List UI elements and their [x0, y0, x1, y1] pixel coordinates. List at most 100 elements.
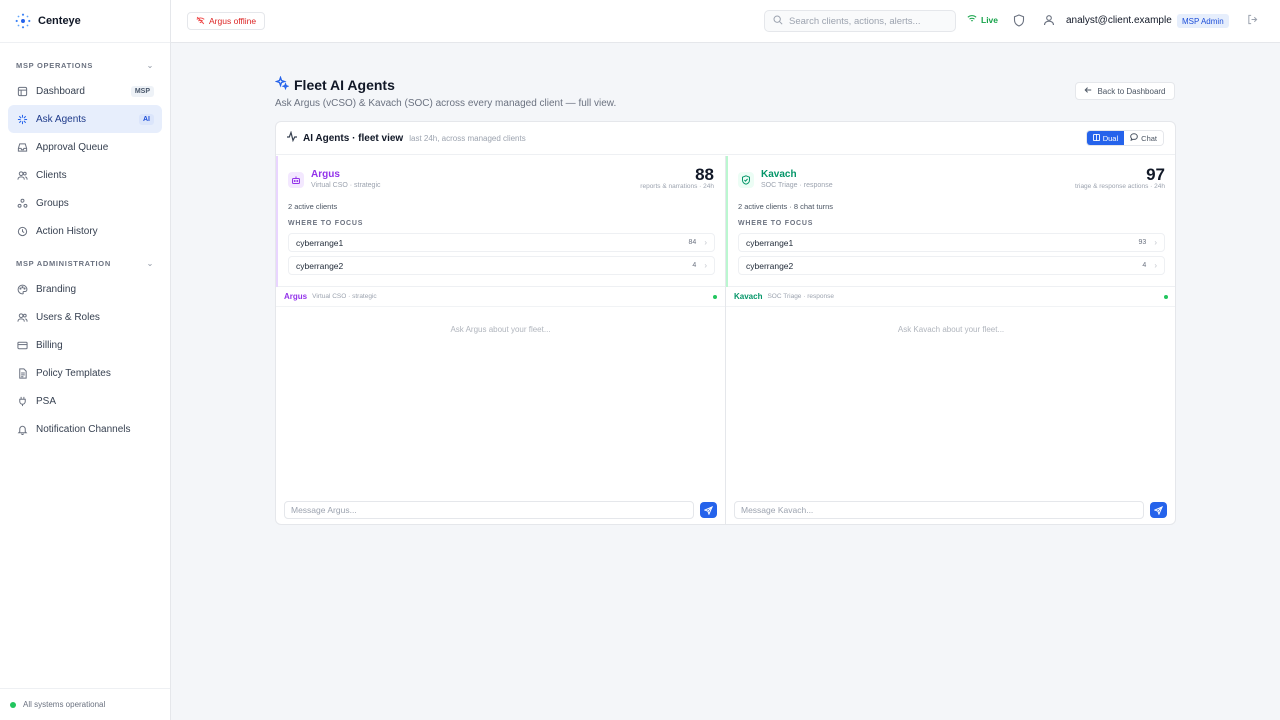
chat-bubble-icon — [1130, 133, 1138, 143]
back-label: Back to Dashboard — [1097, 86, 1166, 96]
logout-icon[interactable] — [1247, 14, 1258, 28]
page-title-text: Fleet AI Agents — [294, 76, 395, 93]
argus-focus-label: WHERE TO FOCUS — [288, 220, 364, 227]
client-count: 4 — [692, 262, 697, 269]
client-count: 4 — [1142, 262, 1147, 269]
status-dot-icon — [10, 701, 16, 708]
argus-chat-header: Argus Virtual CSO · strategic — [276, 287, 725, 307]
chat-view-button[interactable]: Chat — [1124, 131, 1163, 145]
client-name: cyberrange1 — [296, 237, 344, 248]
user-email[interactable]: analyst@client.example — [1066, 15, 1172, 26]
topbar: Argus offline Search clients, actions, a… — [171, 0, 1280, 43]
sidebar-item-policy-templates[interactable]: Policy Templates — [8, 359, 162, 387]
argus-count: 88 — [695, 165, 714, 184]
columns-icon — [1092, 133, 1100, 143]
groups-icon — [16, 197, 28, 209]
sparkles-icon — [16, 113, 28, 125]
sidebar-item-groups[interactable]: Groups — [8, 189, 162, 217]
nav-administration: Branding Users & Roles Billing Policy Te… — [0, 275, 170, 443]
section-msp-operations[interactable]: MSP OPERATIONS ⌄ — [0, 57, 170, 73]
sidebar-item-label: Ask Agents — [36, 113, 87, 125]
ai-badge: AI — [139, 113, 154, 125]
live-indicator[interactable]: Live — [967, 14, 998, 25]
chevron-right-icon: › — [704, 261, 707, 270]
policy-icon — [16, 367, 28, 379]
kavach-accent-bar — [726, 156, 728, 287]
list-item[interactable]: cyberrange1 93 › — [738, 233, 1165, 252]
sidebar-item-label: Groups — [36, 197, 69, 209]
sidebar-item-label: Approval Queue — [36, 141, 109, 153]
argus-offline-badge[interactable]: Argus offline — [187, 12, 266, 30]
chevron-right-icon: › — [1154, 238, 1157, 247]
argus-name[interactable]: Argus — [311, 169, 340, 180]
dashboard-icon — [16, 85, 28, 97]
history-icon — [16, 225, 28, 237]
kavach-chat-header: Kavach SOC Triage · response — [726, 287, 1175, 307]
kavach-chat-role: SOC Triage · response — [767, 293, 834, 300]
back-to-dashboard-button[interactable]: Back to Dashboard — [1075, 82, 1175, 100]
sidebar-item-label: Billing — [36, 339, 63, 351]
sidebar-item-notification-channels[interactable]: Notification Channels — [8, 415, 162, 443]
kavach-message-input[interactable]: Message Kavach... — [734, 501, 1144, 519]
kavach-chat-name: Kavach — [734, 292, 763, 301]
centeye-logo-icon — [15, 13, 31, 29]
send-icon — [704, 505, 713, 515]
shield-icon[interactable] — [1013, 14, 1025, 30]
nav-operations: Dashboard MSP Ask Agents AI Approval Que… — [0, 77, 170, 245]
search-input[interactable]: Search clients, actions, alerts... — [764, 10, 956, 32]
sidebar-item-ask-agents[interactable]: Ask Agents AI — [8, 105, 162, 133]
online-dot-icon — [713, 295, 717, 299]
user-icon[interactable] — [1043, 14, 1055, 29]
chevron-down-icon: ⌄ — [146, 60, 154, 70]
activity-icon — [286, 130, 298, 145]
sidebar-item-label: Notification Channels — [36, 423, 131, 435]
brand[interactable]: Centeye — [0, 0, 170, 43]
kavach-name[interactable]: Kavach — [761, 169, 797, 180]
sidebar-item-psa[interactable]: PSA — [8, 387, 162, 415]
chevron-right-icon: › — [704, 238, 707, 247]
page-header: Fleet AI Agents Ask Argus (vCSO) & Kavac… — [274, 75, 616, 109]
sidebar-item-users-roles[interactable]: Users & Roles — [8, 303, 162, 331]
sidebar-item-dashboard[interactable]: Dashboard MSP — [8, 77, 162, 105]
sidebar-item-branding[interactable]: Branding — [8, 275, 162, 303]
fleet-agents-card: AI Agents · fleet view last 24h, across … — [275, 121, 1176, 525]
list-item[interactable]: cyberrange2 4 › — [738, 256, 1165, 275]
client-count: 93 — [1138, 239, 1147, 246]
role-badge: MSP Admin — [1177, 14, 1229, 28]
shield-check-icon — [738, 172, 754, 188]
sidebar-item-label: Users & Roles — [36, 311, 100, 323]
sidebar-item-billing[interactable]: Billing — [8, 331, 162, 359]
argus-chat-empty: Ask Argus about your fleet... — [450, 325, 551, 334]
dual-view-button[interactable]: Dual — [1086, 131, 1125, 145]
kavach-column: Kavach SOC Triage · response 97 triage &… — [726, 156, 1175, 524]
argus-role: Virtual CSO · strategic — [311, 182, 381, 189]
kavach-count-label: triage & response actions · 24h — [1075, 183, 1165, 190]
argus-message-input[interactable]: Message Argus... — [284, 501, 694, 519]
argus-send-button[interactable] — [700, 502, 717, 518]
offline-label: Argus offline — [209, 16, 257, 26]
kavach-focus-label: WHERE TO FOCUS — [738, 220, 814, 227]
sidebar-item-clients[interactable]: Clients — [8, 161, 162, 189]
sidebar-item-label: Dashboard — [36, 85, 85, 97]
dual-label: Dual — [1102, 133, 1119, 143]
kavach-chat-empty: Ask Kavach about your fleet... — [897, 325, 1005, 334]
sidebar-item-approval-queue[interactable]: Approval Queue — [8, 133, 162, 161]
sidebar-item-action-history[interactable]: Action History — [8, 217, 162, 245]
system-status-text: All systems operational — [23, 700, 106, 709]
client-count: 84 — [688, 239, 697, 246]
sidebar-item-label: Action History — [36, 225, 98, 237]
sidebar: Centeye MSP OPERATIONS ⌄ Dashboard MSP A… — [0, 0, 171, 720]
list-item[interactable]: cyberrange2 4 › — [288, 256, 715, 275]
wifi-off-icon — [196, 16, 205, 27]
argus-stats: 2 active clients — [288, 202, 338, 211]
list-item[interactable]: cyberrange1 84 › — [288, 233, 715, 252]
section-msp-administration[interactable]: MSP ADMINISTRATION ⌄ — [0, 255, 170, 271]
sidebar-item-label: Policy Templates — [36, 367, 111, 379]
kavach-send-button[interactable] — [1150, 502, 1167, 518]
argus-focus-list: cyberrange1 84 › cyberrange2 4 › — [288, 233, 715, 279]
kavach-summary: Kavach SOC Triage · response 97 triage &… — [726, 156, 1175, 287]
bell-icon — [16, 423, 28, 435]
sparkles-icon — [274, 75, 290, 93]
card-title: AI Agents · fleet view — [303, 132, 404, 144]
system-status: All systems operational — [0, 688, 170, 720]
